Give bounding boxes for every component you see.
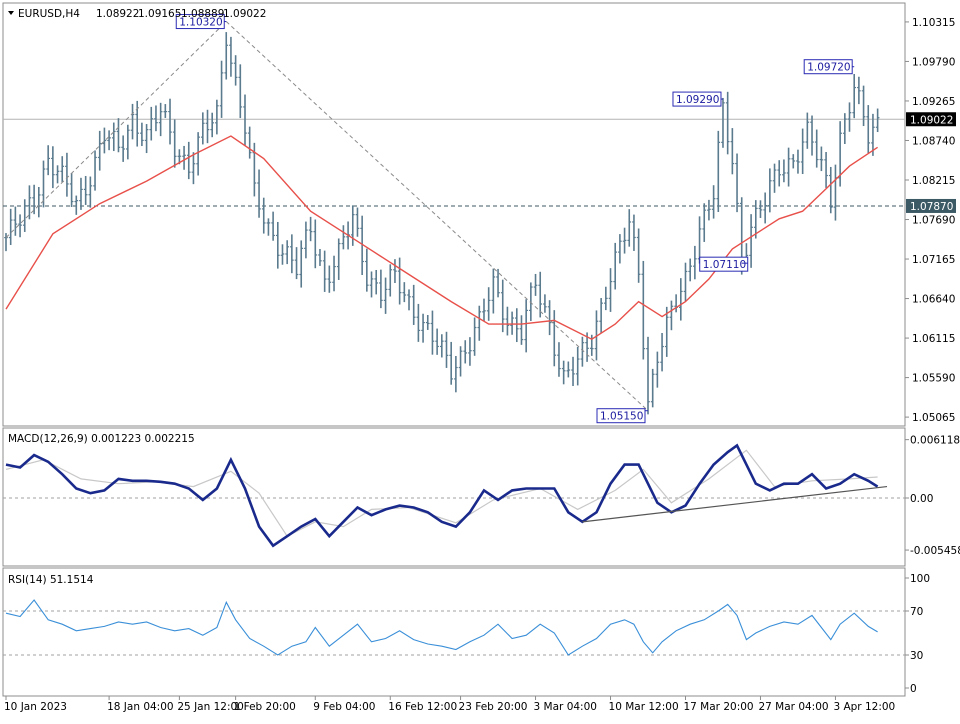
price-annotation[interactable]: 1.09290 xyxy=(672,91,723,107)
price-y-tick-label: 1.06640 xyxy=(912,294,955,306)
price-annotation[interactable]: 1.07110 xyxy=(699,256,749,272)
price-y-tick-label: 1.10315 xyxy=(912,17,955,29)
macd-panel-frame xyxy=(2,427,906,567)
time-tick-label: 23 Feb 20:00 xyxy=(459,701,528,713)
rsi-y-tick-label: 0 xyxy=(910,683,917,695)
price-annotation-label: 1.09290 xyxy=(676,94,719,106)
macd-panel[interactable]: 0.006118 0.00 -0.005458 MACD(12,26,9) 0.00… xyxy=(2,427,960,567)
price-y-tick-label: 1.08215 xyxy=(912,175,955,187)
price-y-tick-label: 1.09790 xyxy=(912,56,955,68)
time-tick-label: 10 Jan 2023 xyxy=(4,701,67,713)
price-y-tick-label: 1.05590 xyxy=(912,373,955,385)
rsi-panel[interactable]: 100 70 30 0 RSI(14) 51.1514 xyxy=(2,567,930,697)
chart-window: 1.10320 1.05150 1.09290 1.07110 1.09720 1.10… xyxy=(0,0,960,720)
macd-y-tick-label: 0.00 xyxy=(910,493,933,505)
price-header: EURUSD,H4 1.08922 1.09165 1.08889 1.0902… xyxy=(8,8,266,20)
macd-y-tick-label: 0.006118 xyxy=(910,435,960,447)
price-annotation-label: 1.07110 xyxy=(703,259,746,271)
price-panel-frame xyxy=(2,2,906,427)
rsi-y-tick-label: 70 xyxy=(910,606,923,618)
price-y-tick-label: 1.07690 xyxy=(912,215,955,227)
time-tick-label: 3 Mar 04:00 xyxy=(534,701,597,713)
rsi-y-tick-label: 30 xyxy=(910,650,923,662)
rsi-title: RSI(14) 51.1514 xyxy=(8,574,94,586)
time-tick-label: 16 Feb 12:00 xyxy=(388,701,457,713)
rsi-y-tick-label: 100 xyxy=(910,573,930,585)
time-tick-label: 18 Jan 04:00 xyxy=(107,701,173,713)
close-value: 1.09022 xyxy=(223,8,266,20)
price-y-tick-label: 1.07165 xyxy=(912,254,955,266)
price-panel[interactable]: 1.103201.051501.092901.071101.09720 1.10… xyxy=(2,2,956,427)
chart-svg: 1.103201.051501.092901.071101.09720 1.10… xyxy=(0,0,960,720)
high-value: 1.09165 xyxy=(138,8,181,20)
time-tick-label: 1 Feb 20:00 xyxy=(234,701,296,713)
price-y-tick-label: 1.09265 xyxy=(912,96,955,108)
price-annotation-label: 1.05150 xyxy=(600,411,643,423)
current-price-tag-label: 1.09022 xyxy=(910,114,953,126)
time-tick-label: 17 Mar 20:00 xyxy=(683,701,753,713)
macd-title: MACD(12,26,9) 0.001223 0.002215 xyxy=(8,433,195,445)
price-y-tick-label: 1.08740 xyxy=(912,135,955,147)
time-tick-label: 3 Apr 12:00 xyxy=(833,701,895,713)
open-value: 1.08922 xyxy=(96,8,139,20)
rsi-panel-frame xyxy=(2,567,906,697)
time-tick-label: 10 Mar 12:00 xyxy=(609,701,679,713)
price-annotation[interactable]: 1.09720 xyxy=(803,59,855,75)
time-tick-label: 27 Mar 04:00 xyxy=(758,701,828,713)
low-value: 1.08889 xyxy=(181,8,224,20)
price-y-tick-label: 1.05065 xyxy=(912,412,955,424)
level-price-tag-label: 1.07870 xyxy=(910,201,953,213)
price-y-tick-label: 1.06115 xyxy=(912,333,955,345)
price-annotation[interactable]: 1.05150 xyxy=(596,408,649,424)
macd-y-tick-label: -0.005458 xyxy=(910,545,960,557)
time-tick-label: 9 Feb 04:00 xyxy=(313,701,375,713)
symbol-label: EURUSD,H4 xyxy=(18,8,80,20)
price-annotation-label: 1.09720 xyxy=(807,62,850,74)
